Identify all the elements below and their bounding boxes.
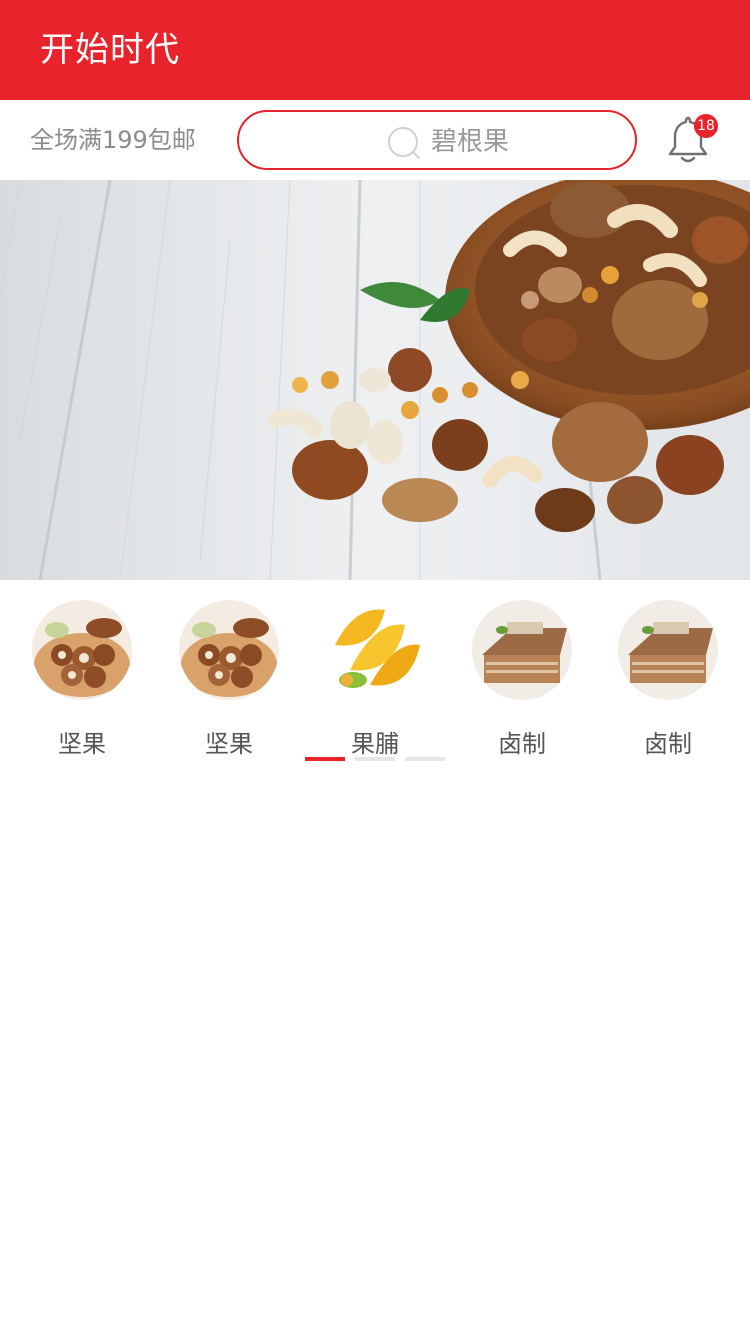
free-shipping-promo: 全场满199包邮 [30,126,196,154]
category-item[interactable]: 坚果 [169,600,289,758]
nuts-bowl-image [179,600,279,700]
dried-mango-image [325,600,425,700]
category-label: 坚果 [205,730,253,758]
category-strip: 坚果 坚果 果脯 卤制 卤制 [0,580,750,770]
top-bar: 全场满199包邮 碧根果 18 [0,100,750,180]
category-item[interactable]: 卤制 [462,600,582,758]
notification-badge: 18 [694,114,718,138]
app-header: 开始时代 [0,0,750,100]
category-label: 卤制 [498,730,546,758]
app-title: 开始时代 [40,30,180,70]
search-placeholder: 碧根果 [431,127,510,157]
category-pager [305,757,445,761]
braised-tofu-image [618,600,718,700]
category-label: 卤制 [644,730,692,758]
pager-dot[interactable] [405,757,445,761]
promo-banner[interactable] [0,180,750,580]
category-item[interactable]: 卤制 [608,600,728,758]
category-item[interactable]: 果脯 [315,600,435,758]
nuts-banner-image [0,180,750,580]
braised-tofu-image [472,600,572,700]
search-icon [388,127,420,159]
category-item[interactable]: 坚果 [22,600,142,758]
nuts-bowl-image [32,600,132,700]
category-label: 坚果 [58,730,106,758]
pager-dot-active[interactable] [305,757,345,761]
search-input[interactable]: 碧根果 [237,110,637,170]
pager-dot[interactable] [355,757,395,761]
